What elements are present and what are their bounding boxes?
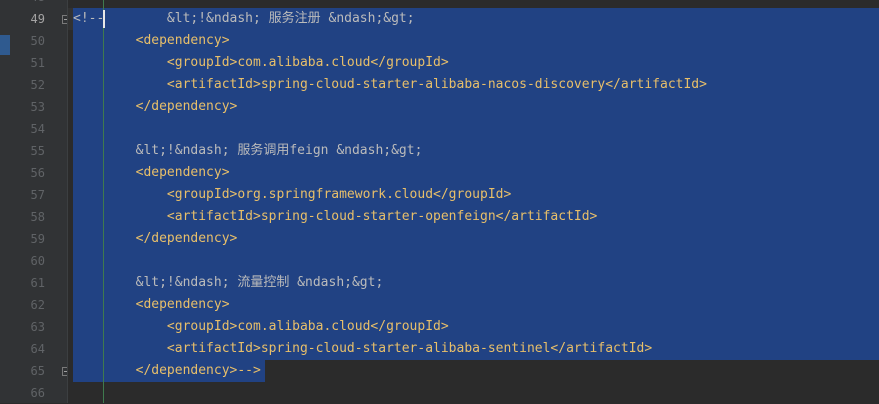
left-tool-strip — [0, 0, 10, 403]
code-line: <artifactId>spring-cloud-starter-alibaba… — [73, 77, 707, 92]
code-line: <dependency> — [73, 165, 230, 180]
line-number: 58 — [30, 210, 45, 224]
code-line: &lt;!&ndash; 流量控制 &ndash;&gt; — [73, 275, 384, 290]
line-number: 52 — [30, 78, 45, 92]
line-number: 55 — [30, 144, 45, 158]
code-line: <!-- &lt;!&ndash; 服务注册 &ndash;&gt; — [73, 11, 415, 26]
line-number: 62 — [30, 298, 45, 312]
code-line: <groupId>org.springframework.cloud</grou… — [73, 187, 512, 202]
line-number: 61 — [30, 276, 45, 290]
line-number-gutter: 48 49 50 51 52 53 54 55 56 57 58 59 60 6… — [10, 0, 67, 403]
line-number: 59 — [30, 232, 45, 246]
line-number: 60 — [30, 254, 45, 268]
line-number: 64 — [30, 342, 45, 356]
line-number: 56 — [30, 166, 45, 180]
line-number: 49 — [30, 12, 45, 26]
code-editor[interactable]: <!-- &lt;!&ndash; 服务注册 &ndash;&gt; <depe… — [68, 0, 879, 403]
code-line: </dependency>--> — [73, 363, 261, 378]
code-line: <dependency> — [73, 33, 230, 48]
line-number: 51 — [30, 56, 45, 70]
line-number: 63 — [30, 320, 45, 334]
code-line: &lt;!&ndash; 服务调用feign &ndash;&gt; — [73, 143, 423, 158]
code-line: <groupId>com.alibaba.cloud</groupId> — [73, 55, 449, 70]
code-line: <artifactId>spring-cloud-starter-openfei… — [73, 209, 598, 224]
code-line: </dependency> — [73, 99, 238, 114]
line-number: 66 — [30, 386, 45, 400]
line-number-partial: 48 — [10, 0, 45, 8]
text-caret — [103, 10, 105, 28]
line-number: 54 — [30, 122, 45, 136]
line-number: 50 — [30, 34, 45, 48]
code-line: <groupId>com.alibaba.cloud</groupId> — [73, 319, 449, 334]
line-number: 53 — [30, 100, 45, 114]
line-number: 57 — [30, 188, 45, 202]
active-marker — [0, 35, 10, 55]
code-line: <artifactId>spring-cloud-starter-alibaba… — [73, 341, 653, 356]
line-number: 65 — [30, 364, 45, 378]
code-line: </dependency> — [73, 231, 238, 246]
code-line: <dependency> — [73, 297, 230, 312]
